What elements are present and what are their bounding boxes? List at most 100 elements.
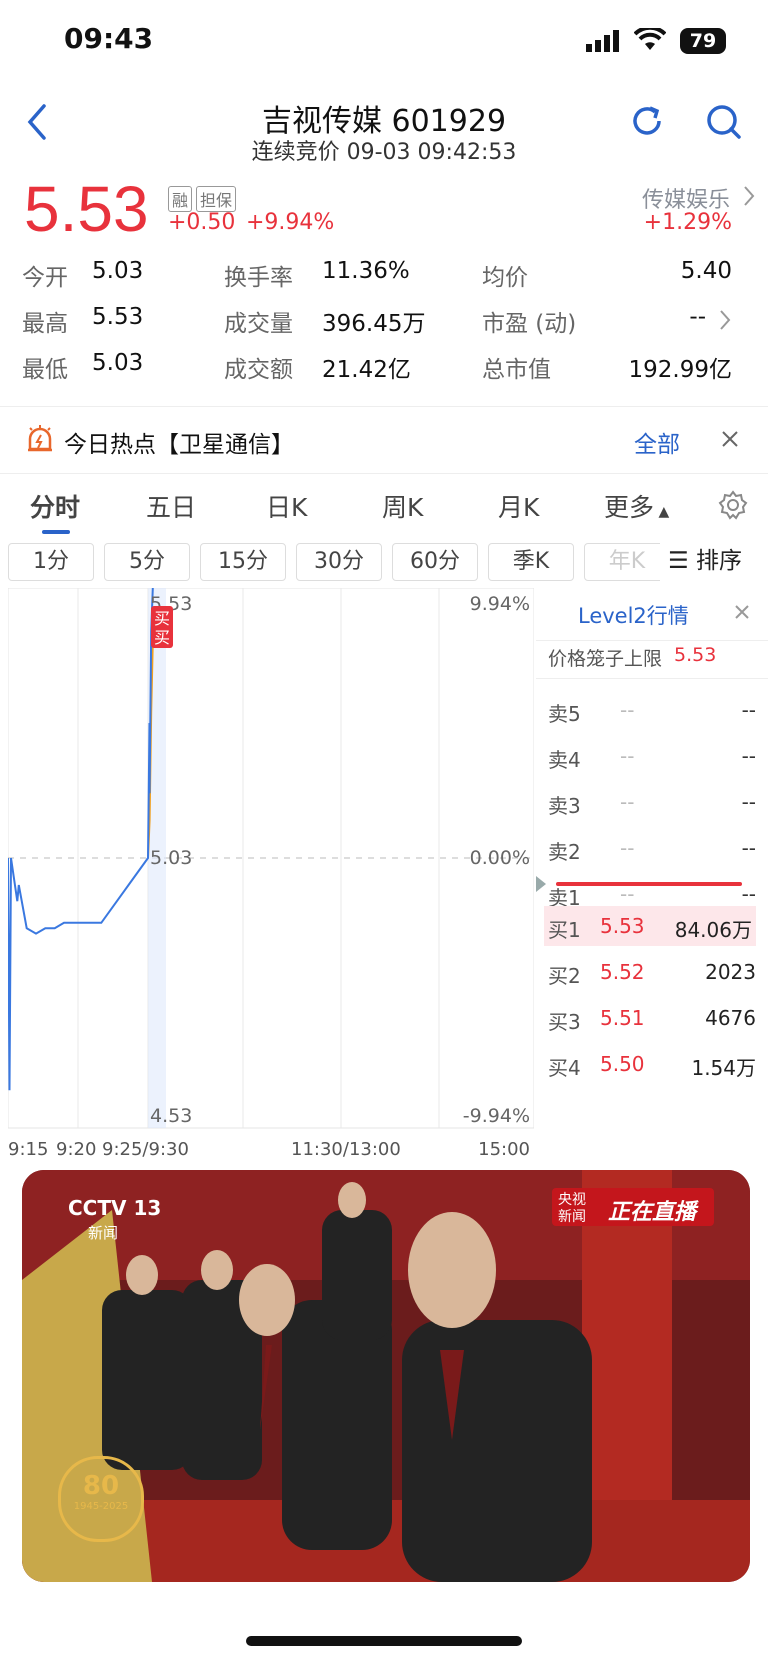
signal-icon: [586, 30, 622, 56]
stat-value: 192.99亿: [628, 357, 732, 383]
ask-volume: --: [741, 698, 756, 722]
battery-icon: 79: [680, 28, 726, 54]
bid-price: 5.51: [600, 1006, 645, 1030]
tab-more[interactable]: 更多 ▲: [604, 488, 669, 524]
y-tick-mid: 5.03: [150, 847, 192, 869]
buy-marker: 买 买: [151, 606, 173, 648]
chevron-right-icon: [742, 184, 756, 212]
ask-price: --: [620, 790, 635, 814]
subtab-1min[interactable]: 1分: [8, 543, 94, 581]
list-icon: ☰: [668, 548, 689, 574]
order-book-ask-row: 卖5 -- --: [536, 698, 768, 738]
home-indicator[interactable]: [246, 1636, 522, 1646]
subtab-season-k[interactable]: 季K: [488, 543, 574, 581]
ask-level-label: 卖5: [548, 702, 581, 726]
subtab-5min[interactable]: 5分: [104, 543, 190, 581]
live-badge-bottom: 新闻: [558, 1209, 586, 1225]
bid-price: 5.50: [600, 1052, 645, 1076]
bid-level-label: 买1: [548, 918, 581, 942]
tab-daily-k[interactable]: 日K: [266, 488, 307, 524]
x-tick: 9:25/9:30: [102, 1139, 189, 1160]
tab-intraday[interactable]: 分时: [30, 488, 80, 524]
y-tick-bottom: 4.53: [150, 1105, 192, 1127]
ask-price: --: [620, 836, 635, 860]
close-icon[interactable]: [720, 429, 740, 453]
bid-level-label: 买2: [548, 964, 581, 988]
stat-label: 换手率: [224, 265, 293, 291]
ask-price: --: [620, 744, 635, 768]
bid-volume: 1.54万: [691, 1056, 756, 1080]
order-book-bid-row: 买3 5.51 4676: [536, 998, 768, 1038]
x-tick: 9:20: [56, 1139, 96, 1160]
stats-row: 最高 5.53 成交量 396.45万 市盈 (动) --: [22, 304, 732, 340]
logo-number: 80: [82, 1471, 120, 1501]
live-video-pip[interactable]: CCTV 13 新闻 央视 新闻 正在直播 80 1945-2025: [22, 1170, 750, 1582]
order-book-bid-row: 买2 5.52 2023: [536, 952, 768, 992]
divider-arrow-icon: [536, 876, 546, 896]
pct-tick-bottom: -9.94%: [463, 1105, 530, 1127]
x-tick: 11:30/13:00: [291, 1139, 401, 1160]
bid-price: 5.53: [600, 914, 645, 938]
stat-label: 成交额: [224, 357, 293, 383]
tab-active-indicator: [42, 530, 70, 534]
stats-row: 今开 5.03 换手率 11.36% 均价 5.40: [22, 258, 732, 294]
stat-value: 5.03: [92, 350, 144, 376]
stat-label: 成交量: [224, 311, 293, 337]
settings-icon[interactable]: [718, 490, 748, 524]
tab-more-label: 更多: [604, 493, 655, 522]
ask-volume: --: [741, 836, 756, 860]
hot-topic-text: 今日热点【卫星通信】: [64, 432, 294, 458]
tab-weekly-k[interactable]: 周K: [382, 488, 423, 524]
channel-sub: 新闻: [88, 1224, 119, 1242]
status-time: 09:43: [64, 22, 154, 55]
stats-row: 最低 5.03 成交额 21.42亿 总市值 192.99亿: [22, 350, 732, 386]
stat-value: 396.45万: [322, 311, 426, 337]
subtab-30min[interactable]: 30分: [296, 543, 382, 581]
wifi-icon: [633, 25, 667, 56]
stat-label: 总市值: [482, 357, 551, 383]
subtab-15min[interactable]: 15分: [200, 543, 286, 581]
anniversary-logo: 80 1945-2025: [58, 1456, 144, 1542]
bid-level-label: 买3: [548, 1010, 581, 1034]
ask-volume: --: [741, 790, 756, 814]
logo-years: 1945-2025: [73, 1501, 129, 1512]
ask-volume: --: [741, 882, 756, 906]
bid-price: 5.52: [600, 960, 645, 984]
sort-button[interactable]: ☰ 排序: [660, 538, 768, 584]
close-icon[interactable]: [734, 604, 750, 624]
level2-title[interactable]: Level2行情: [578, 600, 689, 630]
stat-value: 5.03: [92, 258, 144, 284]
hot-all-link[interactable]: 全部: [634, 425, 680, 459]
chevron-right-icon[interactable]: [718, 308, 732, 338]
ask-price: --: [620, 698, 635, 722]
ask-level-label: 卖4: [548, 748, 581, 772]
price-change-pct: +9.94%: [246, 210, 335, 235]
subtab-60min[interactable]: 60分: [392, 543, 478, 581]
stat-label: 今开: [22, 265, 68, 291]
price-cage-value: 5.53: [674, 644, 717, 666]
stat-label: 市盈 (动): [482, 311, 577, 337]
price-change: +0.50: [168, 210, 236, 235]
quote-tags: 融担保: [168, 186, 240, 212]
order-book-bid-row: 买4 5.50 1.54万: [536, 1044, 768, 1084]
hot-topic-bar[interactable]: 今日热点【卫星通信】 全部: [0, 406, 768, 474]
collateral-tag: 担保: [196, 186, 237, 212]
sector-link[interactable]: 传媒娱乐 +1.29%: [560, 182, 756, 238]
search-icon[interactable]: [704, 102, 744, 146]
tab-monthly-k[interactable]: 月K: [498, 488, 539, 524]
refresh-icon[interactable]: [628, 102, 666, 144]
stat-value: 11.36%: [322, 258, 410, 284]
live-label: 正在直播: [608, 1200, 697, 1225]
stat-value: 5.40: [680, 258, 732, 284]
pct-tick-mid: 0.00%: [470, 847, 530, 869]
live-badge: 央视 新闻 正在直播: [552, 1188, 714, 1226]
intraday-chart: 5.53 5.03 4.53 9.94% 0.00% -9.94% 买 买 9:…: [8, 588, 534, 1160]
tab-5day[interactable]: 五日: [146, 488, 196, 524]
x-tick: 9:15: [8, 1139, 48, 1160]
subtab-year-k[interactable]: 年K: [584, 543, 670, 581]
x-tick: 15:00: [478, 1139, 530, 1160]
bid-level-label: 买4: [548, 1056, 581, 1080]
stat-label: 最高: [22, 311, 68, 337]
stat-value: 21.42亿: [322, 357, 411, 383]
spread-divider: [556, 882, 742, 886]
